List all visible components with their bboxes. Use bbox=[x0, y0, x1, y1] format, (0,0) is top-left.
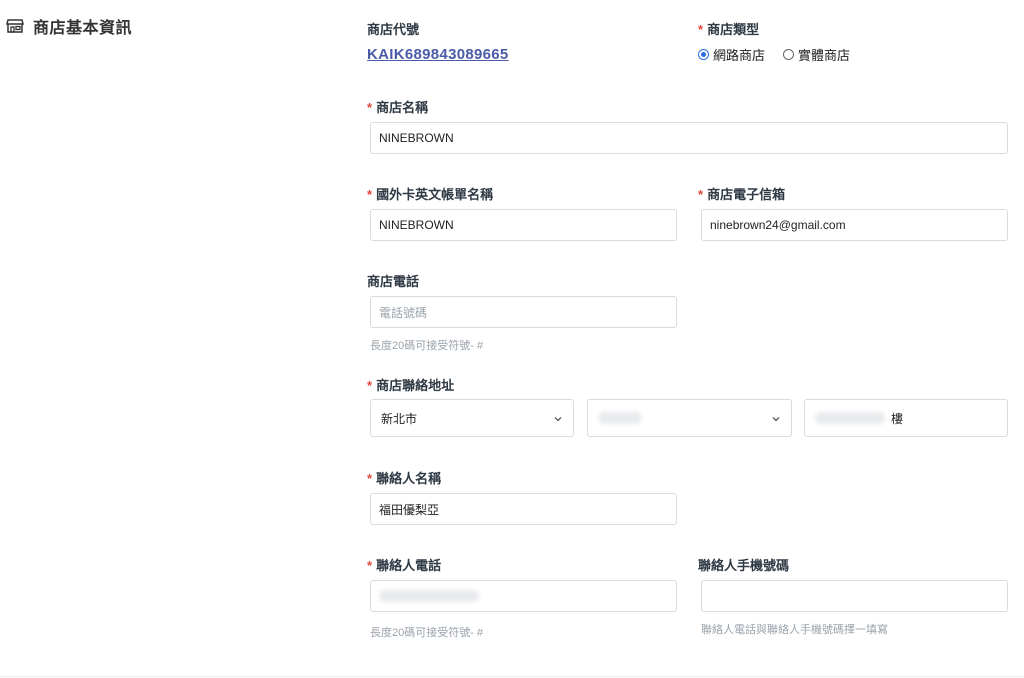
contact-mobile-hint: 聯絡人電話與聯絡人手機號碼擇一填寫 bbox=[701, 624, 888, 636]
section-divider bbox=[0, 676, 1024, 677]
contact-name-input[interactable]: 福田優梨亞 bbox=[370, 493, 677, 525]
chevron-down-icon bbox=[771, 413, 781, 423]
store-type-radio-group: 網路商店 實體商店 bbox=[698, 45, 868, 64]
store-type-online-option[interactable]: 網路商店 bbox=[698, 45, 765, 64]
store-email-label: * 商店電子信箱 bbox=[698, 187, 786, 202]
chevron-down-icon bbox=[553, 413, 563, 423]
store-name-label: * 商店名稱 bbox=[367, 100, 429, 115]
contact-mobile-label: 聯絡人手機號碼 bbox=[698, 558, 790, 573]
contact-phone-hint: 長度20碼可接受符號- # bbox=[370, 627, 484, 639]
store-phone-label: 商店電話 bbox=[367, 274, 420, 289]
section-header: 商店基本資訊 bbox=[6, 14, 132, 38]
address-detail-input[interactable]: 樓 bbox=[804, 399, 1008, 437]
store-address-label: * 商店聯絡地址 bbox=[367, 378, 455, 393]
redacted-contact-phone bbox=[379, 590, 479, 602]
radio-online[interactable] bbox=[698, 49, 709, 60]
city-select[interactable]: 新北市 bbox=[370, 399, 574, 437]
store-code-link[interactable]: KAIK689843089665 bbox=[367, 46, 509, 63]
redacted-district bbox=[598, 412, 642, 424]
store-phone-input[interactable]: 電話號碼 bbox=[370, 296, 677, 328]
contact-phone-label: * 聯絡人電話 bbox=[367, 558, 442, 573]
store-type-label: * 商店類型 bbox=[698, 22, 760, 37]
store-phone-hint: 長度20碼可接受符號- # bbox=[370, 340, 484, 352]
contact-phone-input[interactable] bbox=[370, 580, 677, 612]
contact-name-label: * 聯絡人名稱 bbox=[367, 471, 442, 486]
card-name-input[interactable]: NINEBROWN bbox=[370, 209, 677, 241]
radio-physical[interactable] bbox=[783, 49, 795, 60]
store-code-label: 商店代號 bbox=[367, 22, 420, 37]
contact-mobile-input[interactable] bbox=[701, 580, 1008, 612]
store-email-input[interactable]: ninebrown24@gmail.com bbox=[701, 209, 1008, 241]
storefront-icon bbox=[6, 17, 24, 35]
section-title: 商店基本資訊 bbox=[33, 20, 133, 37]
store-type-physical-option[interactable]: 實體商店 bbox=[783, 45, 850, 64]
store-name-input[interactable]: NINEBROWN bbox=[370, 122, 1008, 154]
card-name-label: * 國外卡英文帳單名稱 bbox=[367, 187, 494, 202]
redacted-address bbox=[815, 412, 885, 424]
district-select[interactable] bbox=[587, 399, 792, 437]
